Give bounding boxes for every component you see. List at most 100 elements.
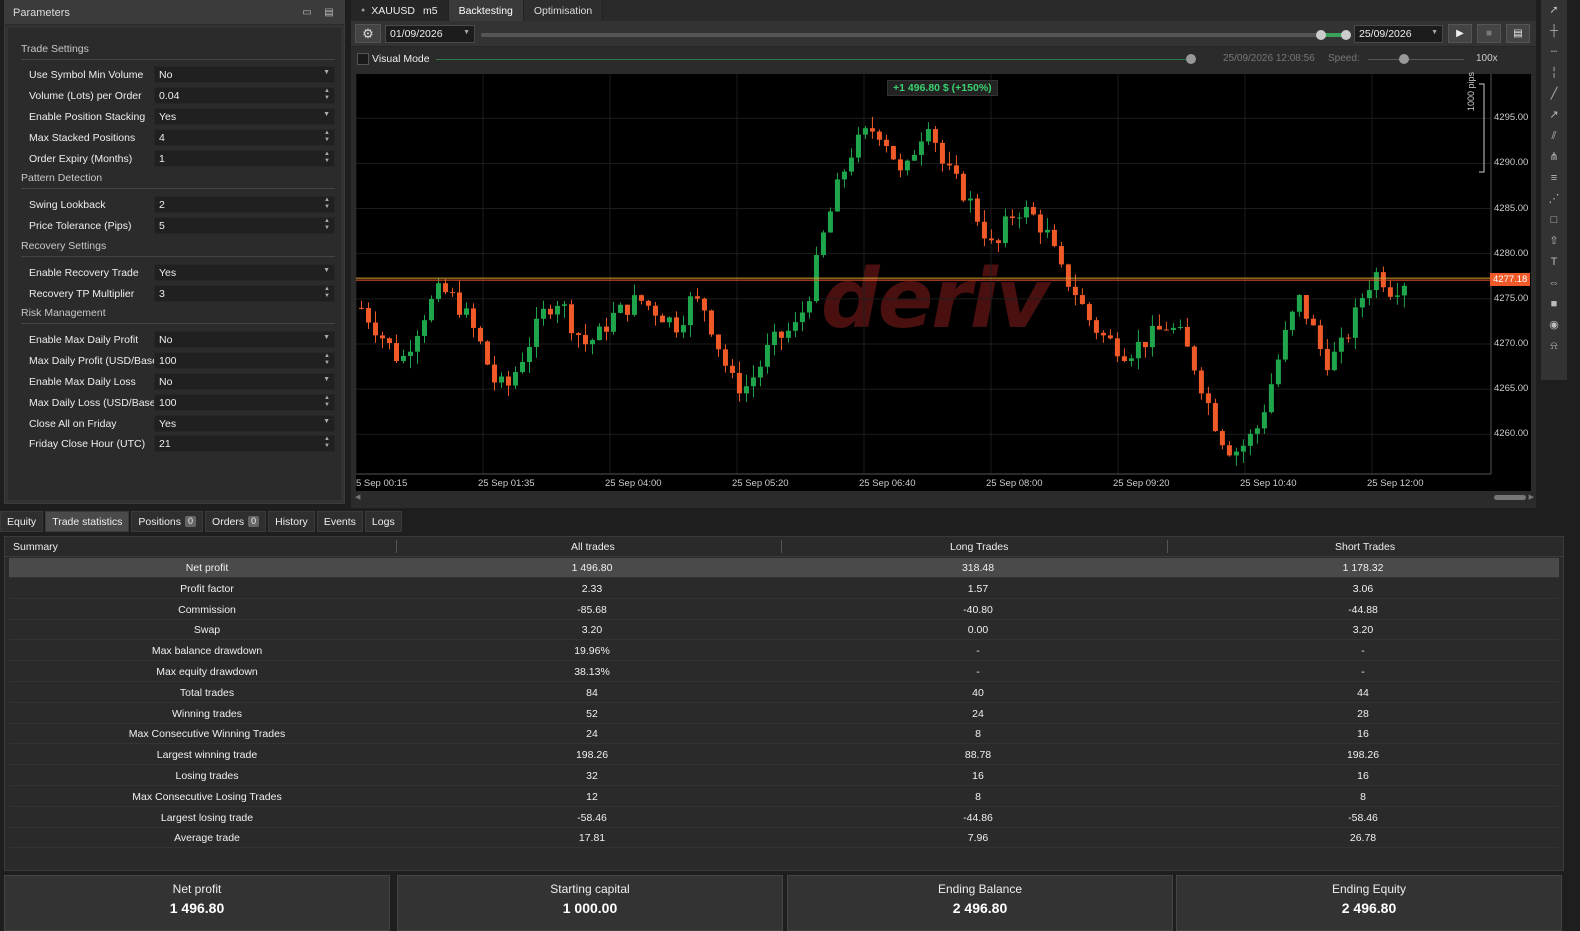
table-row[interactable]: Losing trades 32 16 16: [9, 766, 1559, 786]
channel-icon[interactable]: ⫽: [1541, 126, 1567, 147]
param-input[interactable]: 100 ▲ ▼: [154, 394, 335, 411]
tab-backtesting[interactable]: Backtesting: [448, 0, 524, 21]
param-select[interactable]: No ▼: [154, 66, 335, 83]
save-icon[interactable]: ▤: [322, 7, 336, 19]
camera-icon[interactable]: ◉: [1541, 315, 1567, 336]
cursor-icon[interactable]: ➚: [1541, 0, 1567, 21]
tab-events[interactable]: Events: [316, 511, 363, 532]
table-row[interactable]: Max Consecutive Losing Trades 12 8 8: [9, 787, 1559, 807]
candle-body: [1324, 349, 1330, 371]
param-input[interactable]: 3 ▲ ▼: [154, 285, 335, 302]
play-button[interactable]: ▶: [1448, 24, 1472, 43]
progress-handle[interactable]: [1186, 54, 1196, 64]
spinner-arrows-icon[interactable]: ▲ ▼: [324, 436, 330, 450]
tab-trade-statistics[interactable]: Trade statistics: [45, 511, 130, 532]
table-row[interactable]: Winning trades 52 24 28: [9, 704, 1559, 724]
ray-icon[interactable]: ↗: [1541, 105, 1567, 126]
candle-body: [568, 304, 574, 334]
spinner-arrows-icon[interactable]: ▲ ▼: [324, 88, 330, 102]
scroll-right-icon[interactable]: ▶: [1529, 493, 1534, 501]
stop-button[interactable]: ■: [1477, 24, 1501, 43]
cell-value: -40.80: [963, 603, 993, 616]
param-select[interactable]: Yes ▼: [154, 415, 335, 432]
fibonacci-icon[interactable]: ≡: [1541, 168, 1567, 189]
table-row[interactable]: Largest losing trade -58.46 -44.86 -58.46: [9, 808, 1559, 828]
param-input[interactable]: 1 ▲ ▼: [154, 150, 335, 167]
start-date-select[interactable]: 01/09/2026 ▼: [385, 25, 475, 43]
cell-value: 52: [586, 707, 598, 720]
folder-open-icon[interactable]: ▭: [300, 7, 314, 19]
fill-icon[interactable]: ■: [1541, 294, 1567, 315]
spinner-arrows-icon[interactable]: ▲ ▼: [324, 197, 330, 211]
tab-orders[interactable]: Orders 0: [205, 511, 267, 532]
trend-line-icon[interactable]: ╱: [1541, 84, 1567, 105]
param-value: 100: [159, 397, 177, 409]
spinner-arrows-icon[interactable]: ▲ ▼: [324, 218, 330, 232]
spinner-arrows-icon[interactable]: ▲ ▼: [324, 151, 330, 165]
table-row[interactable]: Swap 3.20 0.00 3.20: [9, 620, 1559, 641]
range-end-handle[interactable]: [1341, 30, 1351, 40]
table-row[interactable]: Largest winning trade 198.26 88.78 198.26: [9, 745, 1559, 766]
table-row[interactable]: Average trade 17.81 7.96 26.78: [9, 828, 1559, 849]
table-row[interactable]: Commission -85.68 -40.80 -44.88: [9, 600, 1559, 620]
tab-history[interactable]: History: [268, 511, 315, 532]
pitchfork-icon[interactable]: ⋔: [1541, 147, 1567, 168]
spinner-arrows-icon[interactable]: ▲ ▼: [324, 395, 330, 409]
settings-gear-icon[interactable]: ⚙: [355, 24, 381, 43]
horizontal-line-icon[interactable]: ┄: [1541, 42, 1567, 63]
rectangle-icon[interactable]: □: [1541, 210, 1567, 231]
param-select[interactable]: No ▼: [154, 373, 335, 390]
chevron-down-icon: ▼: [323, 376, 330, 383]
param-select[interactable]: No ▼: [154, 331, 335, 348]
tab-symbol[interactable]: ● XAUUSD m5: [351, 0, 449, 21]
table-row[interactable]: Total trades 84 40 44: [9, 683, 1559, 703]
measure-icon[interactable]: ⇔: [1541, 273, 1567, 294]
fan-icon[interactable]: ⋰: [1541, 189, 1567, 210]
chart-scrollbar[interactable]: ◀ ▶: [351, 493, 1536, 503]
row-label: Average trade: [174, 832, 240, 845]
cell-value: 26.78: [1349, 832, 1377, 845]
param-input[interactable]: 0.04 ▲ ▼: [154, 87, 335, 104]
candle-body: [533, 318, 539, 347]
end-date-select[interactable]: 25/09/2026 ▼: [1354, 25, 1443, 43]
price-chart[interactable]: deriv +1 496.80 $ (+150%) 4277.18 1000 p…: [356, 72, 1531, 491]
alert-icon[interactable]: ⍾: [1541, 336, 1567, 357]
tab-positions[interactable]: Positions 0: [131, 511, 204, 532]
param-input[interactable]: 21 ▲ ▼: [154, 435, 335, 452]
spinner-arrows-icon[interactable]: ▲ ▼: [324, 286, 330, 300]
spinner-arrows-icon[interactable]: ▲ ▼: [324, 130, 330, 144]
speed-handle[interactable]: [1399, 54, 1409, 64]
scroll-thumb[interactable]: [1494, 495, 1526, 500]
tab-optimisation[interactable]: Optimisation: [523, 0, 604, 21]
crosshair-icon[interactable]: ┼: [1541, 21, 1567, 42]
scroll-left-icon[interactable]: ◀: [355, 493, 360, 501]
tab-equity[interactable]: Equity: [0, 511, 44, 532]
visual-mode-checkbox[interactable]: [357, 53, 369, 65]
table-row[interactable]: Net profit 1 496.80 318.48 1 178.32: [9, 558, 1559, 578]
candle-body: [1142, 341, 1148, 348]
spinner-arrows-icon[interactable]: ▲ ▼: [324, 353, 330, 367]
cell-value: 32: [586, 770, 598, 782]
table-row[interactable]: Profit factor 2.33 1.57 3.06: [9, 579, 1559, 599]
tab-label: Trade statistics: [52, 515, 123, 528]
param-value: No: [159, 334, 173, 346]
param-input[interactable]: 4 ▲ ▼: [154, 129, 335, 146]
date-range-slider[interactable]: [481, 30, 1351, 40]
param-select[interactable]: Yes ▼: [154, 264, 335, 281]
param-select[interactable]: Yes ▼: [154, 108, 335, 125]
table-row[interactable]: Max balance drawdown 19.96% - -: [9, 641, 1559, 662]
vertical-line-icon[interactable]: ╎: [1541, 63, 1567, 84]
text-icon[interactable]: T: [1541, 252, 1567, 273]
summary-card: Ending Equity 2 496.80: [1176, 875, 1562, 931]
table-row[interactable]: Max Consecutive Winning Trades 24 8 16: [9, 724, 1559, 745]
range-start-handle[interactable]: [1316, 30, 1326, 40]
card-label: Net profit: [172, 882, 222, 896]
param-input[interactable]: 100 ▲ ▼: [154, 352, 335, 369]
save-results-icon[interactable]: ▤: [1506, 24, 1530, 43]
param-input[interactable]: 5 ▲ ▼: [154, 217, 335, 234]
param-input[interactable]: 2 ▲ ▼: [154, 196, 335, 213]
cell-value: -44.88: [1348, 603, 1378, 616]
arrow-icon[interactable]: ⇧: [1541, 231, 1567, 252]
table-row[interactable]: Max equity drawdown 38.13% - -: [9, 662, 1559, 682]
tab-logs[interactable]: Logs: [364, 511, 402, 532]
